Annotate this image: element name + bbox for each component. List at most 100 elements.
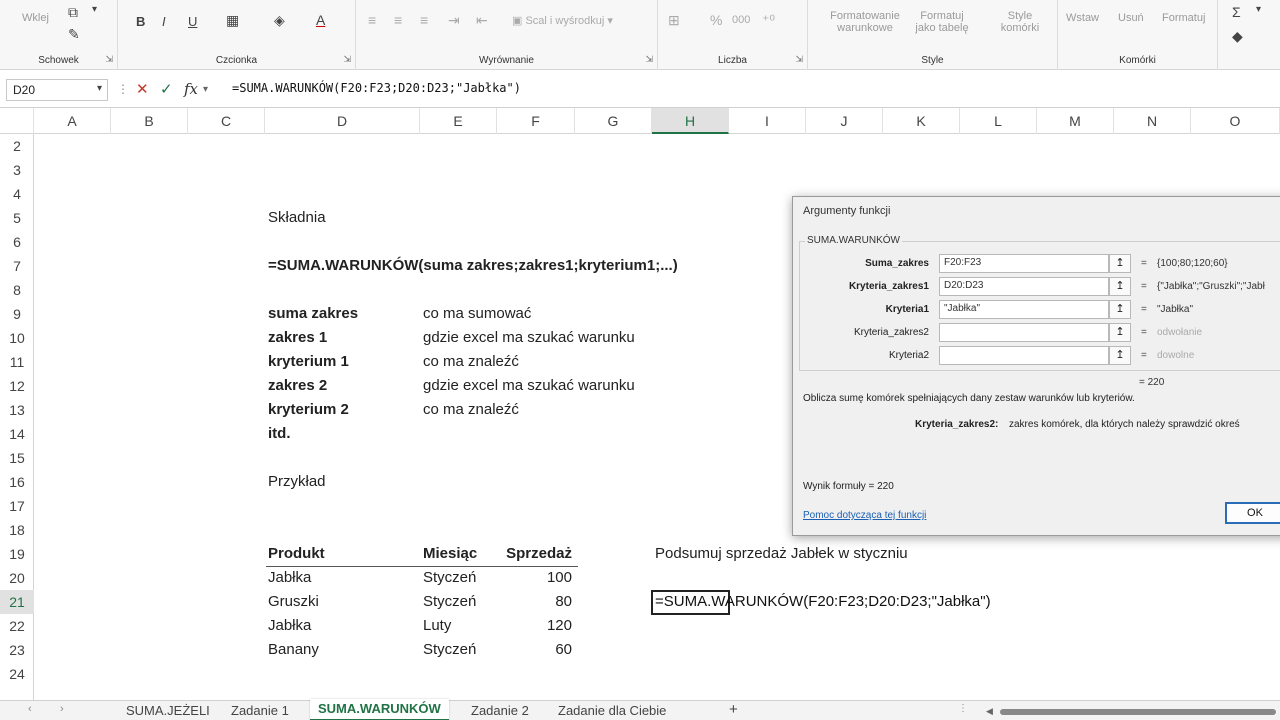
tab-scroll-right-icon[interactable]: ›: [60, 703, 64, 715]
row-header[interactable]: 24: [0, 662, 34, 686]
outdent-icon[interactable]: ⇤: [476, 12, 488, 29]
row-header[interactable]: 19: [0, 542, 34, 566]
arg-input-kryteria-zakres1[interactable]: D20:D23: [939, 277, 1109, 296]
column-header[interactable]: G: [575, 108, 652, 134]
row-header[interactable]: 13: [0, 398, 34, 422]
row-header[interactable]: 4: [0, 182, 34, 206]
column-header[interactable]: O: [1191, 108, 1280, 134]
chevron-down-icon[interactable]: ▾: [1256, 4, 1261, 15]
dialog-launcher-icon[interactable]: ⇲: [343, 54, 351, 65]
italic-button[interactable]: I: [162, 14, 166, 29]
align-center-icon[interactable]: ≡: [394, 12, 402, 28]
in-cell-formula[interactable]: =SUMA.WARUNKÓW(F20:F23;D20:D23;"Jabłka"): [655, 593, 991, 610]
row-header[interactable]: 6: [0, 230, 34, 254]
row-header[interactable]: 14: [0, 422, 34, 446]
range-picker-icon[interactable]: ↥: [1109, 254, 1131, 273]
row-header[interactable]: 22: [0, 614, 34, 638]
format-as-table-button[interactable]: Formatuj jako tabelę: [912, 10, 972, 34]
cell-styles-button[interactable]: Style komórki: [990, 10, 1050, 34]
fill-color-icon[interactable]: ◈: [274, 12, 285, 29]
row-header[interactable]: 2: [0, 134, 34, 158]
horizontal-scrollbar[interactable]: [1000, 709, 1276, 715]
sheet-tab[interactable]: Zadanie dla Ciebie: [558, 703, 666, 718]
insert-cells-button[interactable]: Wstaw: [1066, 12, 1099, 24]
paste-button[interactable]: Wklej: [22, 12, 49, 24]
row-header[interactable]: 15: [0, 446, 34, 470]
sheet-tab[interactable]: SUMA.JEŻELI: [126, 703, 210, 718]
row-header[interactable]: 17: [0, 494, 34, 518]
row-header[interactable]: 23: [0, 638, 34, 662]
arg-input-kryteria2[interactable]: [939, 346, 1109, 365]
format-cells-button[interactable]: Formatuj: [1162, 12, 1205, 24]
row-header[interactable]: 12: [0, 374, 34, 398]
row-header[interactable]: 21: [0, 590, 34, 614]
range-picker-icon[interactable]: ↥: [1109, 300, 1131, 319]
conditional-formatting-button[interactable]: Formatowanie warunkowe: [826, 10, 904, 34]
range-picker-icon[interactable]: ↥: [1109, 323, 1131, 342]
percent-button[interactable]: %: [710, 12, 722, 28]
row-header[interactable]: 20: [0, 566, 34, 590]
range-picker-icon[interactable]: ↥: [1109, 277, 1131, 296]
tab-scroll-left-icon[interactable]: ‹: [28, 703, 32, 715]
chevron-down-icon[interactable]: ▾: [203, 84, 208, 95]
arg-input-kryteria1[interactable]: "Jabłka": [939, 300, 1109, 319]
chevron-down-icon[interactable]: ▾: [97, 83, 102, 94]
row-header[interactable]: 9: [0, 302, 34, 326]
cancel-icon[interactable]: ✕: [136, 80, 149, 98]
arg-input-kryteria-zakres2[interactable]: [939, 323, 1109, 342]
sheet-tab[interactable]: Zadanie 1: [231, 703, 289, 718]
dialog-launcher-icon[interactable]: ⇲: [105, 54, 113, 65]
column-header[interactable]: A: [34, 108, 111, 134]
column-header[interactable]: D: [265, 108, 420, 134]
column-header[interactable]: E: [420, 108, 497, 134]
help-link[interactable]: Pomoc dotycząca tej funkcji: [803, 510, 926, 521]
more-options-icon[interactable]: ⋮: [958, 703, 968, 714]
column-header[interactable]: H: [652, 108, 729, 134]
column-header[interactable]: J: [806, 108, 883, 134]
scroll-left-icon[interactable]: ◀: [986, 706, 993, 717]
dialog-launcher-icon[interactable]: ⇲: [645, 54, 653, 65]
merge-center-button[interactable]: ▣ Scal i wyśrodkuj ▾: [512, 14, 613, 27]
delete-cells-button[interactable]: Usuń: [1118, 12, 1144, 24]
row-header[interactable]: 16: [0, 470, 34, 494]
row-header[interactable]: 11: [0, 350, 34, 374]
column-header[interactable]: C: [188, 108, 265, 134]
row-header[interactable]: 3: [0, 158, 34, 182]
align-left-icon[interactable]: ≡: [368, 12, 376, 28]
sheet-tab[interactable]: Zadanie 2: [471, 703, 529, 718]
sheet-tab-active[interactable]: SUMA.WARUNKÓW: [310, 699, 449, 720]
enter-icon[interactable]: ✓: [160, 80, 173, 98]
column-header[interactable]: M: [1037, 108, 1114, 134]
thousands-separator-button[interactable]: 000: [732, 14, 750, 26]
column-header[interactable]: N: [1114, 108, 1191, 134]
formula-input[interactable]: =SUMA.WARUNKÓW(F20:F23;D20:D23;"Jabłka"): [232, 81, 521, 95]
ok-button[interactable]: OK: [1225, 502, 1280, 524]
select-all-corner[interactable]: [0, 108, 34, 134]
insert-function-button[interactable]: fx: [184, 80, 198, 98]
add-sheet-button[interactable]: +: [729, 701, 738, 718]
underline-button[interactable]: U: [188, 14, 197, 29]
dialog-launcher-icon[interactable]: ⇲: [795, 54, 803, 65]
format-painter-icon[interactable]: ✎: [68, 26, 80, 43]
chevron-down-icon[interactable]: ▾: [92, 4, 97, 15]
font-color-icon[interactable]: A: [316, 12, 325, 28]
row-header[interactable]: 18: [0, 518, 34, 542]
column-header[interactable]: L: [960, 108, 1037, 134]
row-header[interactable]: 10: [0, 326, 34, 350]
column-header[interactable]: K: [883, 108, 960, 134]
name-box[interactable]: D20 ▾: [6, 79, 108, 101]
align-right-icon[interactable]: ≡: [420, 12, 428, 28]
increase-decimal-icon[interactable]: ⁺⁰: [762, 12, 775, 29]
accounting-format-icon[interactable]: ⊞: [668, 12, 680, 29]
indent-icon[interactable]: ⇥: [448, 12, 460, 29]
range-picker-icon[interactable]: ↥: [1109, 346, 1131, 365]
borders-icon[interactable]: ▦: [226, 12, 239, 29]
arg-input-suma-zakres[interactable]: F20:F23: [939, 254, 1109, 273]
clear-icon[interactable]: ◆: [1232, 28, 1243, 45]
copy-icon[interactable]: ⧉: [68, 4, 78, 21]
column-header[interactable]: B: [111, 108, 188, 134]
column-header[interactable]: I: [729, 108, 806, 134]
bold-button[interactable]: B: [136, 14, 145, 29]
row-header[interactable]: 7: [0, 254, 34, 278]
autosum-icon[interactable]: Σ: [1232, 4, 1241, 20]
